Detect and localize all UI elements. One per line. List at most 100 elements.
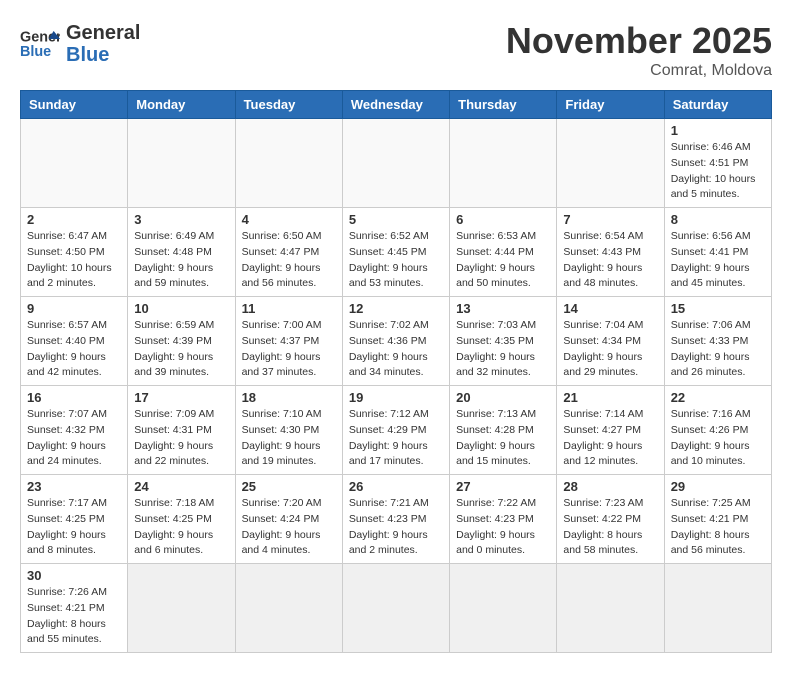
day-number: 25 [242,479,336,494]
day-cell: 9Sunrise: 6:57 AM Sunset: 4:40 PM Daylig… [21,297,128,386]
day-number: 9 [27,301,121,316]
weekday-header-monday: Monday [128,91,235,119]
day-cell: 18 Sunrise: 7:10 AM Sunset: 4:30 PM Dayli… [235,386,342,475]
day-cell [342,119,449,208]
day-info: Sunrise: 6:54 AM Sunset: 4:43 PM Dayligh… [563,229,657,292]
day-cell [235,564,342,653]
day-cell: 7Sunrise: 6:54 AM Sunset: 4:43 PM Daylig… [557,208,664,297]
day-cell [664,564,771,653]
day-info: Sunrise: 7:20 AM Sunset: 4:24 PM Dayligh… [242,496,336,559]
day-info: Sunrise: 6:53 AM Sunset: 4:44 PM Dayligh… [456,229,550,292]
page-header: General Blue General Blue November 2025 … [20,20,772,80]
day-number: 17 [134,390,228,405]
day-number: 20 [456,390,550,405]
week-row-3: 9Sunrise: 6:57 AM Sunset: 4:40 PM Daylig… [21,297,772,386]
day-cell: 25 Sunrise: 7:20 AM Sunset: 4:24 PM Dayli… [235,475,342,564]
day-info: Sunrise: 7:07 AM Sunset: 4:32 PM Dayligh… [27,407,121,470]
day-number: 22 [671,390,765,405]
day-cell: 4Sunrise: 6:50 AM Sunset: 4:47 PM Daylig… [235,208,342,297]
day-number: 2 [27,212,121,227]
calendar-table: SundayMondayTuesdayWednesdayThursdayFrid… [20,90,772,653]
day-number: 21 [563,390,657,405]
day-info: Sunrise: 7:03 AM Sunset: 4:35 PM Dayligh… [456,318,550,381]
day-number: 30 [27,568,121,583]
day-info: Sunrise: 7:06 AM Sunset: 4:33 PM Dayligh… [671,318,765,381]
weekday-header-friday: Friday [557,91,664,119]
day-info: Sunrise: 7:09 AM Sunset: 4:31 PM Dayligh… [134,407,228,470]
day-cell: 27 Sunrise: 7:22 AM Sunset: 4:23 PM Dayli… [450,475,557,564]
day-number: 8 [671,212,765,227]
day-info: Sunrise: 7:26 AM Sunset: 4:21 PM Dayligh… [27,585,121,648]
day-number: 23 [27,479,121,494]
day-cell: 20Sunrise: 7:13 AM Sunset: 4:28 PM Dayli… [450,386,557,475]
day-cell [557,564,664,653]
day-cell: 3Sunrise: 6:49 AM Sunset: 4:48 PM Daylig… [128,208,235,297]
day-info: Sunrise: 6:52 AM Sunset: 4:45 PM Dayligh… [349,229,443,292]
day-cell [235,119,342,208]
day-cell [557,119,664,208]
day-cell: 13 Sunrise: 7:03 AM Sunset: 4:35 PM Dayli… [450,297,557,386]
day-info: Sunrise: 7:14 AM Sunset: 4:27 PM Dayligh… [563,407,657,470]
day-info: Sunrise: 7:25 AM Sunset: 4:21 PM Dayligh… [671,496,765,559]
logo: General Blue General Blue [20,20,140,66]
day-cell: 6Sunrise: 6:53 AM Sunset: 4:44 PM Daylig… [450,208,557,297]
day-info: Sunrise: 6:50 AM Sunset: 4:47 PM Dayligh… [242,229,336,292]
day-cell [128,119,235,208]
day-cell: 21 Sunrise: 7:14 AM Sunset: 4:27 PM Dayli… [557,386,664,475]
day-number: 29 [671,479,765,494]
day-cell: 16 Sunrise: 7:07 AM Sunset: 4:32 PM Dayli… [21,386,128,475]
svg-text:Blue: Blue [20,44,51,59]
day-cell: 28Sunrise: 7:23 AM Sunset: 4:22 PM Dayli… [557,475,664,564]
day-info: Sunrise: 6:49 AM Sunset: 4:48 PM Dayligh… [134,229,228,292]
day-cell: 19 Sunrise: 7:12 AM Sunset: 4:29 PM Dayli… [342,386,449,475]
weekday-header-tuesday: Tuesday [235,91,342,119]
day-info: Sunrise: 7:23 AM Sunset: 4:22 PM Dayligh… [563,496,657,559]
day-cell: 24 Sunrise: 7:18 AM Sunset: 4:25 PM Dayli… [128,475,235,564]
weekday-header-row: SundayMondayTuesdayWednesdayThursdayFrid… [21,91,772,119]
day-cell [128,564,235,653]
week-row-6: 30 Sunrise: 7:26 AM Sunset: 4:21 PM Dayli… [21,564,772,653]
day-info: Sunrise: 6:59 AM Sunset: 4:39 PM Dayligh… [134,318,228,381]
day-cell: 11 Sunrise: 7:00 AM Sunset: 4:37 PM Dayli… [235,297,342,386]
day-info: Sunrise: 6:56 AM Sunset: 4:41 PM Dayligh… [671,229,765,292]
day-info: Sunrise: 7:12 AM Sunset: 4:29 PM Dayligh… [349,407,443,470]
day-number: 26 [349,479,443,494]
day-number: 12 [349,301,443,316]
day-number: 18 [242,390,336,405]
day-cell [450,119,557,208]
day-cell: 8 Sunrise: 6:56 AM Sunset: 4:41 PM Daylig… [664,208,771,297]
day-cell: 5Sunrise: 6:52 AM Sunset: 4:45 PM Daylig… [342,208,449,297]
day-number: 11 [242,301,336,316]
day-info: Sunrise: 6:47 AM Sunset: 4:50 PM Dayligh… [27,229,121,292]
day-number: 1 [671,123,765,138]
day-info: Sunrise: 7:18 AM Sunset: 4:25 PM Dayligh… [134,496,228,559]
day-cell [450,564,557,653]
logo-blue-text: Blue [66,44,140,66]
week-row-1: 1 Sunrise: 6:46 AM Sunset: 4:51 PM Daylig… [21,119,772,208]
day-cell: 1 Sunrise: 6:46 AM Sunset: 4:51 PM Daylig… [664,119,771,208]
day-cell: 2 Sunrise: 6:47 AM Sunset: 4:50 PM Daylig… [21,208,128,297]
week-row-5: 23 Sunrise: 7:17 AM Sunset: 4:25 PM Dayli… [21,475,772,564]
weekday-header-wednesday: Wednesday [342,91,449,119]
day-cell [21,119,128,208]
day-number: 24 [134,479,228,494]
day-info: Sunrise: 7:10 AM Sunset: 4:30 PM Dayligh… [242,407,336,470]
day-cell: 14Sunrise: 7:04 AM Sunset: 4:34 PM Dayli… [557,297,664,386]
day-info: Sunrise: 7:17 AM Sunset: 4:25 PM Dayligh… [27,496,121,559]
month-title: November 2025 [506,20,772,62]
day-number: 19 [349,390,443,405]
day-info: Sunrise: 7:00 AM Sunset: 4:37 PM Dayligh… [242,318,336,381]
week-row-4: 16 Sunrise: 7:07 AM Sunset: 4:32 PM Dayli… [21,386,772,475]
day-number: 13 [456,301,550,316]
weekday-header-sunday: Sunday [21,91,128,119]
title-block: November 2025 Comrat, Moldova [506,20,772,80]
day-number: 14 [563,301,657,316]
day-info: Sunrise: 6:46 AM Sunset: 4:51 PM Dayligh… [671,140,765,203]
day-cell: 29 Sunrise: 7:25 AM Sunset: 4:21 PM Dayli… [664,475,771,564]
day-info: Sunrise: 7:22 AM Sunset: 4:23 PM Dayligh… [456,496,550,559]
day-cell: 10Sunrise: 6:59 AM Sunset: 4:39 PM Dayli… [128,297,235,386]
logo-icon: General Blue [20,27,60,59]
day-number: 16 [27,390,121,405]
day-number: 27 [456,479,550,494]
day-cell: 26Sunrise: 7:21 AM Sunset: 4:23 PM Dayli… [342,475,449,564]
